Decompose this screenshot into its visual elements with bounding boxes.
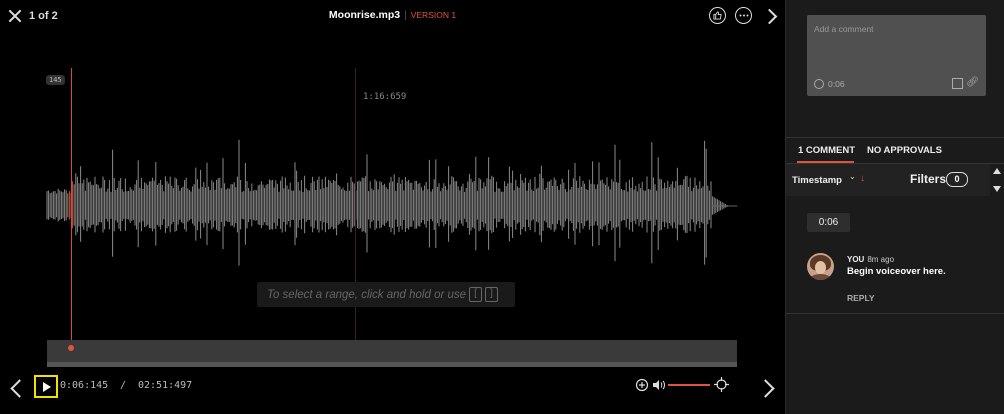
play-icon: [43, 381, 51, 392]
time-separator: /: [120, 380, 127, 391]
comment-timestamp-chip[interactable]: 0:06: [807, 213, 850, 232]
divider: [786, 313, 1004, 314]
scrub-handle[interactable]: [68, 345, 74, 351]
reply-button[interactable]: REPLY: [847, 293, 875, 303]
sort-dropdown[interactable]: Timestamp: [792, 175, 842, 186]
play-button[interactable]: [34, 375, 58, 398]
comment-author: YOU: [847, 255, 865, 264]
duration: 02:51:497: [138, 380, 193, 391]
chevron-down-icon[interactable]: ⌄: [849, 172, 856, 181]
tab-approvals[interactable]: NO APPROVALS: [867, 145, 942, 156]
playhead-line[interactable]: [71, 68, 72, 360]
media-player: 1 of 2 Moonrise.mp3 | VERSION 1 145 1:16:6…: [0, 0, 785, 414]
zoom-in-icon[interactable]: [635, 378, 649, 392]
comment-timestamp-value: 0:06: [828, 79, 845, 89]
comment-text: Begin voiceover here.: [847, 266, 946, 277]
range-hint: To select a range, click and hold or use…: [257, 282, 515, 307]
current-time: 0:06:145: [60, 380, 109, 391]
avatar: [807, 253, 834, 280]
volume-slider[interactable]: [668, 384, 710, 386]
scroll-up-icon[interactable]: [993, 168, 1001, 174]
comment-placeholder: Add a comment: [814, 24, 874, 34]
volume-icon[interactable]: [652, 379, 666, 391]
clock-icon: [814, 79, 824, 89]
filters-button[interactable]: Filters: [910, 172, 946, 186]
comment-input[interactable]: Add a comment 0:06 🔗︎: [807, 15, 986, 96]
comment-time-ago: 8m ago: [867, 255, 895, 264]
sort-down-icon[interactable]: ↓: [860, 173, 865, 184]
scrub-bar[interactable]: [47, 340, 737, 362]
comment-timestamp[interactable]: 0:06: [814, 79, 845, 89]
scroll-down-icon[interactable]: [993, 186, 1001, 192]
hover-line: [355, 68, 356, 360]
hint-text: To select a range, click and hold or use: [267, 288, 467, 301]
comments-panel: Add a comment 0:06 🔗︎ 1 COMMENT NO APPRO…: [785, 0, 1004, 414]
scrub-track[interactable]: [47, 362, 737, 367]
filters-count-badge[interactable]: 0: [946, 172, 968, 187]
comment-meta: YOU 8m ago: [847, 255, 894, 264]
tab-comments[interactable]: 1 COMMENT: [798, 145, 855, 156]
attach-icon[interactable]: 🔗︎: [966, 77, 979, 88]
checkbox-icon[interactable]: [952, 78, 963, 89]
bracket-open-key: [: [469, 287, 483, 302]
target-icon[interactable]: [714, 377, 729, 392]
divider: [786, 137, 1004, 138]
bracket-close-key: ]: [485, 287, 499, 302]
